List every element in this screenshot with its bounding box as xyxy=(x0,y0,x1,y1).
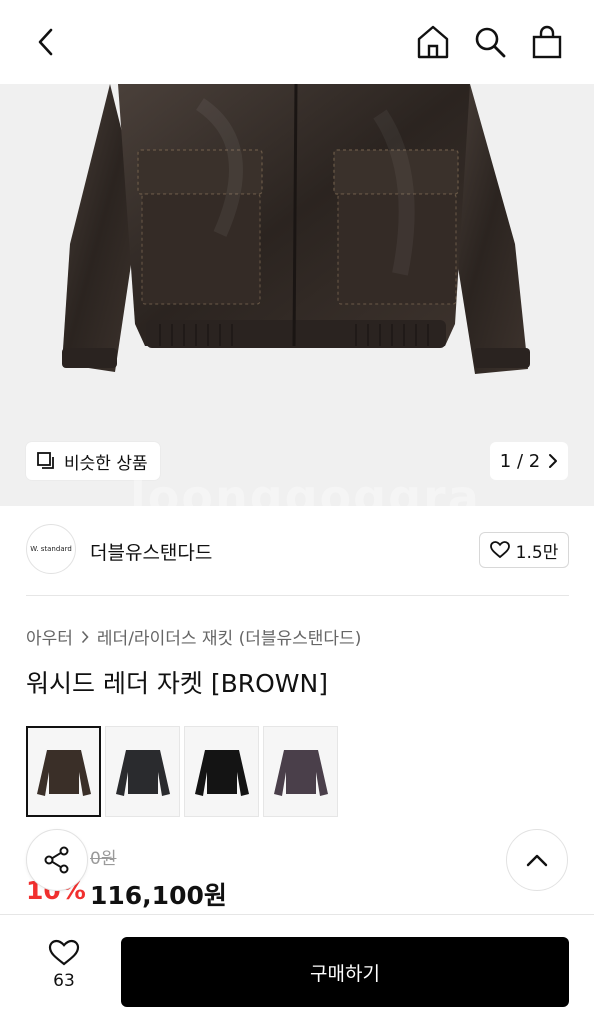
bottom-action-bar: 63 구매하기 xyxy=(0,914,594,1024)
brand-like-button[interactable]: 1.5만 xyxy=(479,532,569,568)
chevron-up-icon xyxy=(526,854,548,867)
back-button[interactable] xyxy=(26,20,66,64)
original-price: 0원 xyxy=(90,849,117,869)
jacket-thumbnail xyxy=(115,749,170,796)
watermark: loonggoggra xyxy=(130,470,481,524)
brand-name-link[interactable]: 더블유스탠다드 xyxy=(90,538,212,565)
jacket-thumbnail xyxy=(36,749,91,796)
shopping-bag-icon xyxy=(532,25,562,59)
breadcrumb-subcategory[interactable]: 레더/라이더스 재킷 (더블유스탠다드) xyxy=(97,624,361,649)
buy-button[interactable]: 구매하기 xyxy=(121,937,569,1007)
breadcrumb: 아우터 레더/라이더스 재킷 (더블유스탠다드) xyxy=(26,624,361,649)
share-button[interactable] xyxy=(26,829,88,891)
top-bar xyxy=(0,0,594,84)
image-pager-text: 1 / 2 xyxy=(499,450,541,472)
color-option-brown[interactable] xyxy=(26,726,101,817)
home-icon xyxy=(417,25,449,59)
divider xyxy=(26,595,569,596)
brand-logo[interactable]: W. standard xyxy=(26,524,76,574)
similar-items-icon xyxy=(37,452,54,469)
chevron-right-icon xyxy=(549,454,558,468)
product-title: 워시드 레더 자켓 [BROWN] xyxy=(26,669,328,698)
color-option-dark-gray[interactable] xyxy=(105,726,180,817)
image-pager[interactable]: 1 / 2 xyxy=(490,442,568,480)
wishlist-count: 63 xyxy=(53,971,75,991)
heart-icon xyxy=(48,939,80,966)
heart-icon xyxy=(489,541,510,559)
search-button[interactable] xyxy=(468,20,512,64)
brand-row: W. standard 더블유스탠다드 1.5만 xyxy=(26,524,569,578)
cart-button[interactable] xyxy=(524,20,570,64)
color-options xyxy=(26,726,338,817)
wishlist-button[interactable]: 63 xyxy=(36,939,92,991)
product-image-carousel[interactable]: 비슷한 상품 1 / 2 xyxy=(0,84,594,506)
brand-logo-text: W. standard xyxy=(30,545,72,553)
breadcrumb-category[interactable]: 아우터 xyxy=(26,624,73,649)
jacket-thumbnail xyxy=(194,749,249,796)
color-option-purple[interactable] xyxy=(263,726,338,817)
jacket-thumbnail xyxy=(273,749,328,796)
share-icon xyxy=(44,846,69,874)
scroll-top-button[interactable] xyxy=(506,829,568,891)
chevron-left-icon xyxy=(38,28,53,56)
color-option-black[interactable] xyxy=(184,726,259,817)
brand-like-count: 1.5만 xyxy=(515,542,559,563)
home-button[interactable] xyxy=(410,20,456,64)
sale-price: 116,100원 xyxy=(90,881,227,910)
chevron-right-icon xyxy=(81,630,89,643)
search-icon xyxy=(475,27,506,58)
